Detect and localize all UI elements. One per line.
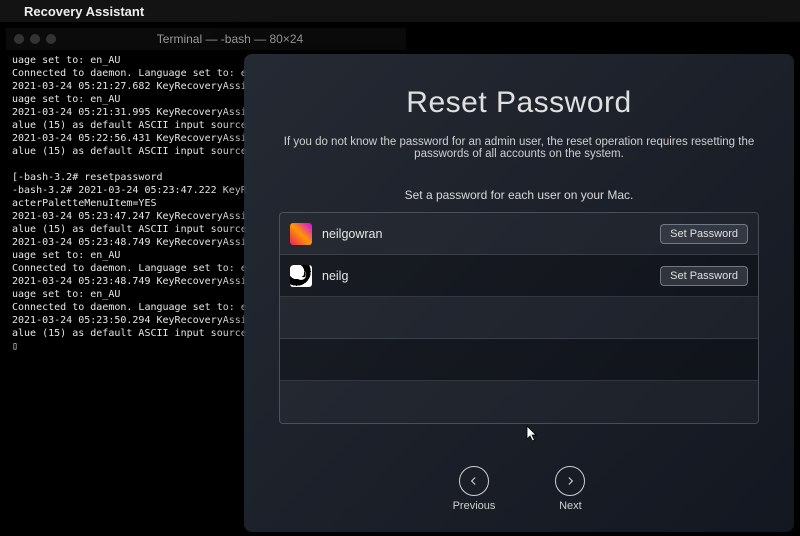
next-button[interactable]: Next xyxy=(555,466,585,512)
page-title: Reset Password xyxy=(406,86,631,120)
user-name: neilg xyxy=(322,269,650,283)
previous-button[interactable]: Previous xyxy=(453,466,496,512)
nav-label: Next xyxy=(559,500,582,512)
close-icon[interactable] xyxy=(14,34,24,44)
terminal-title: Terminal — -bash — 80×24 xyxy=(62,32,398,46)
set-password-button[interactable]: Set Password xyxy=(660,266,748,286)
panel-description: If you do not know the password for an a… xyxy=(272,136,766,160)
nav-label: Previous xyxy=(453,500,496,512)
menubar: Recovery Assistant xyxy=(0,0,800,22)
avatar: ☯ xyxy=(290,265,312,287)
avatar xyxy=(290,223,312,245)
arrow-right-icon xyxy=(555,466,585,496)
user-name: neilgowran xyxy=(322,227,650,241)
user-table: neilgowran Set Password ☯ neilg Set Pass… xyxy=(279,212,759,424)
table-row: neilgowran Set Password xyxy=(280,213,758,255)
terminal-titlebar[interactable]: Terminal — -bash — 80×24 xyxy=(6,28,406,50)
panel-subhead: Set a password for each user on your Mac… xyxy=(405,188,634,202)
table-row xyxy=(280,381,758,423)
arrow-left-icon xyxy=(459,466,489,496)
table-row xyxy=(280,339,758,381)
app-name: Recovery Assistant xyxy=(24,4,144,19)
reset-password-panel: Reset Password If you do not know the pa… xyxy=(244,54,794,532)
minimize-icon[interactable] xyxy=(30,34,40,44)
maximize-icon[interactable] xyxy=(46,34,56,44)
table-row: ☯ neilg Set Password xyxy=(280,255,758,297)
nav-buttons: Previous Next xyxy=(453,466,586,518)
table-row xyxy=(280,297,758,339)
set-password-button[interactable]: Set Password xyxy=(660,224,748,244)
